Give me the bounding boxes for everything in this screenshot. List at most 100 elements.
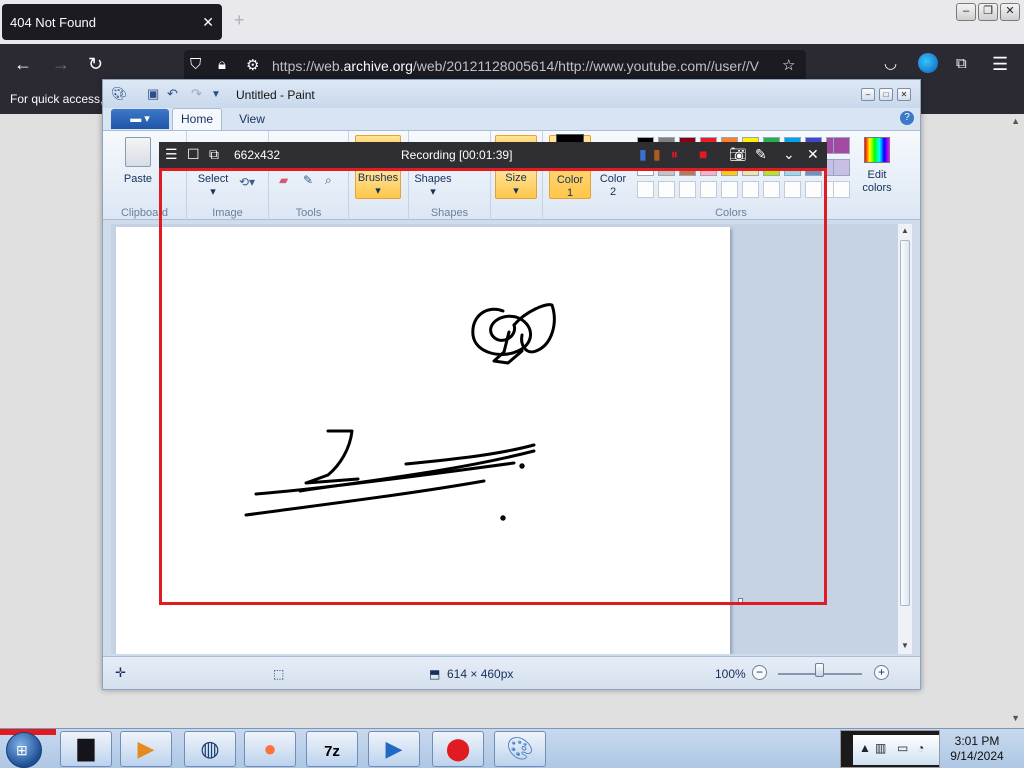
- screenshot-icon[interactable]: 📷︎: [729, 146, 747, 162]
- reload-icon[interactable]: ↻: [88, 54, 103, 74]
- taskbar-video-player[interactable]: ▶: [368, 731, 420, 767]
- forward-icon[interactable]: →: [52, 54, 70, 74]
- zoom-out-button[interactable]: −: [752, 665, 767, 680]
- empty-color-swatch[interactable]: [721, 181, 738, 198]
- pause-icon[interactable]: ⏸: [671, 146, 678, 162]
- eraser-icon[interactable]: ▰: [279, 173, 288, 187]
- paint-close-button[interactable]: ✕: [897, 88, 911, 101]
- account-icon[interactable]: [918, 53, 938, 73]
- rotate-icon[interactable]: ⟲▾: [239, 175, 255, 189]
- paste-button[interactable]: Paste: [117, 137, 159, 186]
- taskbar-media-player[interactable]: ▶: [120, 731, 172, 767]
- paint-maximize-button[interactable]: □: [879, 88, 893, 101]
- zoom-slider-thumb[interactable]: [815, 663, 824, 677]
- scribble-stroke: [492, 330, 524, 365]
- url-bar[interactable]: ⛉ 🔒︎ ⚙ https://web.archive.org/web/20121…: [184, 50, 806, 80]
- url-text[interactable]: https://web.archive.org/web/201211280056…: [272, 58, 772, 74]
- new-tab-icon[interactable]: +: [234, 10, 245, 31]
- recorder-close-icon[interactable]: ✕: [807, 146, 819, 162]
- back-icon[interactable]: ←: [14, 54, 32, 74]
- lock-icon[interactable]: 🔒︎: [218, 56, 226, 73]
- size-button[interactable]: Size ▾: [495, 169, 537, 199]
- taskbar-paint[interactable]: 🎨︎: [494, 731, 546, 767]
- canvas-resize-handle[interactable]: [738, 598, 743, 603]
- empty-color-swatch[interactable]: [763, 181, 780, 198]
- empty-color-swatch[interactable]: [658, 181, 675, 198]
- magnifier-icon[interactable]: ⌕: [325, 173, 332, 188]
- tab-close-icon[interactable]: ✕: [202, 14, 214, 31]
- minimize-button[interactable]: –: [956, 3, 976, 21]
- shapes-button[interactable]: Shapes ▾: [413, 173, 453, 199]
- redo-icon[interactable]: ↷: [191, 86, 202, 102]
- undo-icon[interactable]: ↶: [167, 86, 178, 102]
- empty-color-swatch[interactable]: [742, 181, 759, 198]
- custom-color-swatch[interactable]: [833, 159, 850, 176]
- start-button[interactable]: ⊞: [0, 729, 56, 768]
- resize-region-icon[interactable]: ⧉: [209, 146, 219, 162]
- taskbar-firefox[interactable]: ●: [244, 731, 296, 767]
- empty-color-swatch[interactable]: [637, 181, 654, 198]
- scroll-up-icon[interactable]: ▲: [901, 226, 909, 235]
- seven-zip-icon: 7z: [324, 743, 340, 760]
- taskbar-terminal[interactable]: ▇: [60, 731, 112, 767]
- empty-color-swatch[interactable]: [833, 181, 850, 198]
- color2-button[interactable]: Color 2: [593, 173, 633, 199]
- scroll-thumb[interactable]: [900, 240, 910, 606]
- paint-app-icon[interactable]: 🎨︎: [111, 86, 128, 102]
- taskbar-clock[interactable]: 3:01 PM 9/14/2024: [944, 734, 1010, 764]
- restore-button[interactable]: ❐: [978, 3, 998, 21]
- zoom-in-button[interactable]: +: [874, 665, 889, 680]
- recorder-menu-icon[interactable]: ☰: [165, 146, 178, 162]
- tab-home[interactable]: Home: [172, 108, 222, 130]
- quick-access-dropdown-icon[interactable]: ▼: [211, 89, 221, 100]
- drawing-canvas[interactable]: [116, 227, 730, 654]
- empty-color-swatch[interactable]: [700, 181, 717, 198]
- bookmark-star-icon[interactable]: ☆: [782, 56, 795, 74]
- tab-view[interactable]: View: [229, 110, 275, 130]
- canvas-vertical-scrollbar[interactable]: ▲ ▼: [897, 224, 912, 654]
- brushes-button[interactable]: Brushes ▾: [355, 169, 401, 199]
- tray-network-icon[interactable]: ▥: [875, 741, 886, 755]
- draw-pen-icon[interactable]: ✎: [755, 146, 767, 162]
- system-tray: ▲ ▥ ▭ ◔: [840, 730, 940, 768]
- tray-volume-icon[interactable]: ◔: [917, 741, 924, 755]
- taskbar-recorder[interactable]: ⬤: [432, 731, 484, 767]
- taskbar-7zip[interactable]: 7z: [306, 731, 358, 767]
- tray-up-icon[interactable]: ▲: [859, 741, 871, 755]
- permissions-icon[interactable]: ⚙: [246, 56, 259, 74]
- empty-color-swatch[interactable]: [805, 181, 822, 198]
- tracking-shield-icon[interactable]: ⛉: [190, 56, 201, 73]
- custom-color-swatch[interactable]: [833, 137, 850, 154]
- edit-colors-button[interactable]: Edit colors: [855, 137, 899, 195]
- select-button[interactable]: Select ▾: [195, 173, 231, 199]
- help-icon[interactable]: ?: [900, 111, 914, 125]
- video-player-icon: ▶: [385, 736, 403, 761]
- group-label-tools: Tools: [295, 207, 322, 219]
- empty-color-swatch[interactable]: [679, 181, 696, 198]
- collapse-icon[interactable]: ⌄: [783, 146, 795, 162]
- page-scroll-down-icon[interactable]: ▼: [1011, 713, 1020, 723]
- page-scroll-up-icon[interactable]: ▲: [1011, 116, 1020, 126]
- menu-icon[interactable]: ☰: [992, 54, 1008, 74]
- extensions-icon[interactable]: ⧉: [956, 54, 967, 74]
- clock-time: 3:01 PM: [954, 734, 1000, 748]
- stop-icon[interactable]: ■: [699, 146, 707, 162]
- region-icon[interactable]: ☐: [187, 146, 200, 162]
- paint-menu-button[interactable]: ▬ ▾: [111, 109, 169, 129]
- taskbar-network[interactable]: ◍: [184, 731, 236, 767]
- paint-minimize-button[interactable]: –: [861, 88, 875, 101]
- group-label-image: Image: [212, 207, 243, 219]
- tray-monitor-icon[interactable]: ▭: [897, 741, 908, 755]
- color-picker-icon[interactable]: ✎: [303, 173, 313, 187]
- dot-stroke: [519, 463, 525, 469]
- save-icon[interactable]: ▣: [147, 86, 159, 102]
- pocket-icon[interactable]: ◡: [884, 54, 897, 74]
- tab-title: 404 Not Found: [10, 14, 97, 30]
- empty-color-swatch[interactable]: [784, 181, 801, 198]
- cursor-position-icon: ✛: [115, 665, 126, 680]
- paint-window-title: Untitled - Paint: [236, 88, 315, 102]
- taskbar: ⊞ ▇ ▶ ◍ ● 7z ▶ ⬤ 🎨︎ ▲ ▥ ▭ ◔ 3:01 PM 9/14…: [0, 728, 1024, 768]
- browser-tab[interactable]: 404 Not Found ✕: [2, 4, 222, 40]
- scroll-down-icon[interactable]: ▼: [901, 641, 909, 650]
- close-button[interactable]: ✕: [1000, 3, 1020, 21]
